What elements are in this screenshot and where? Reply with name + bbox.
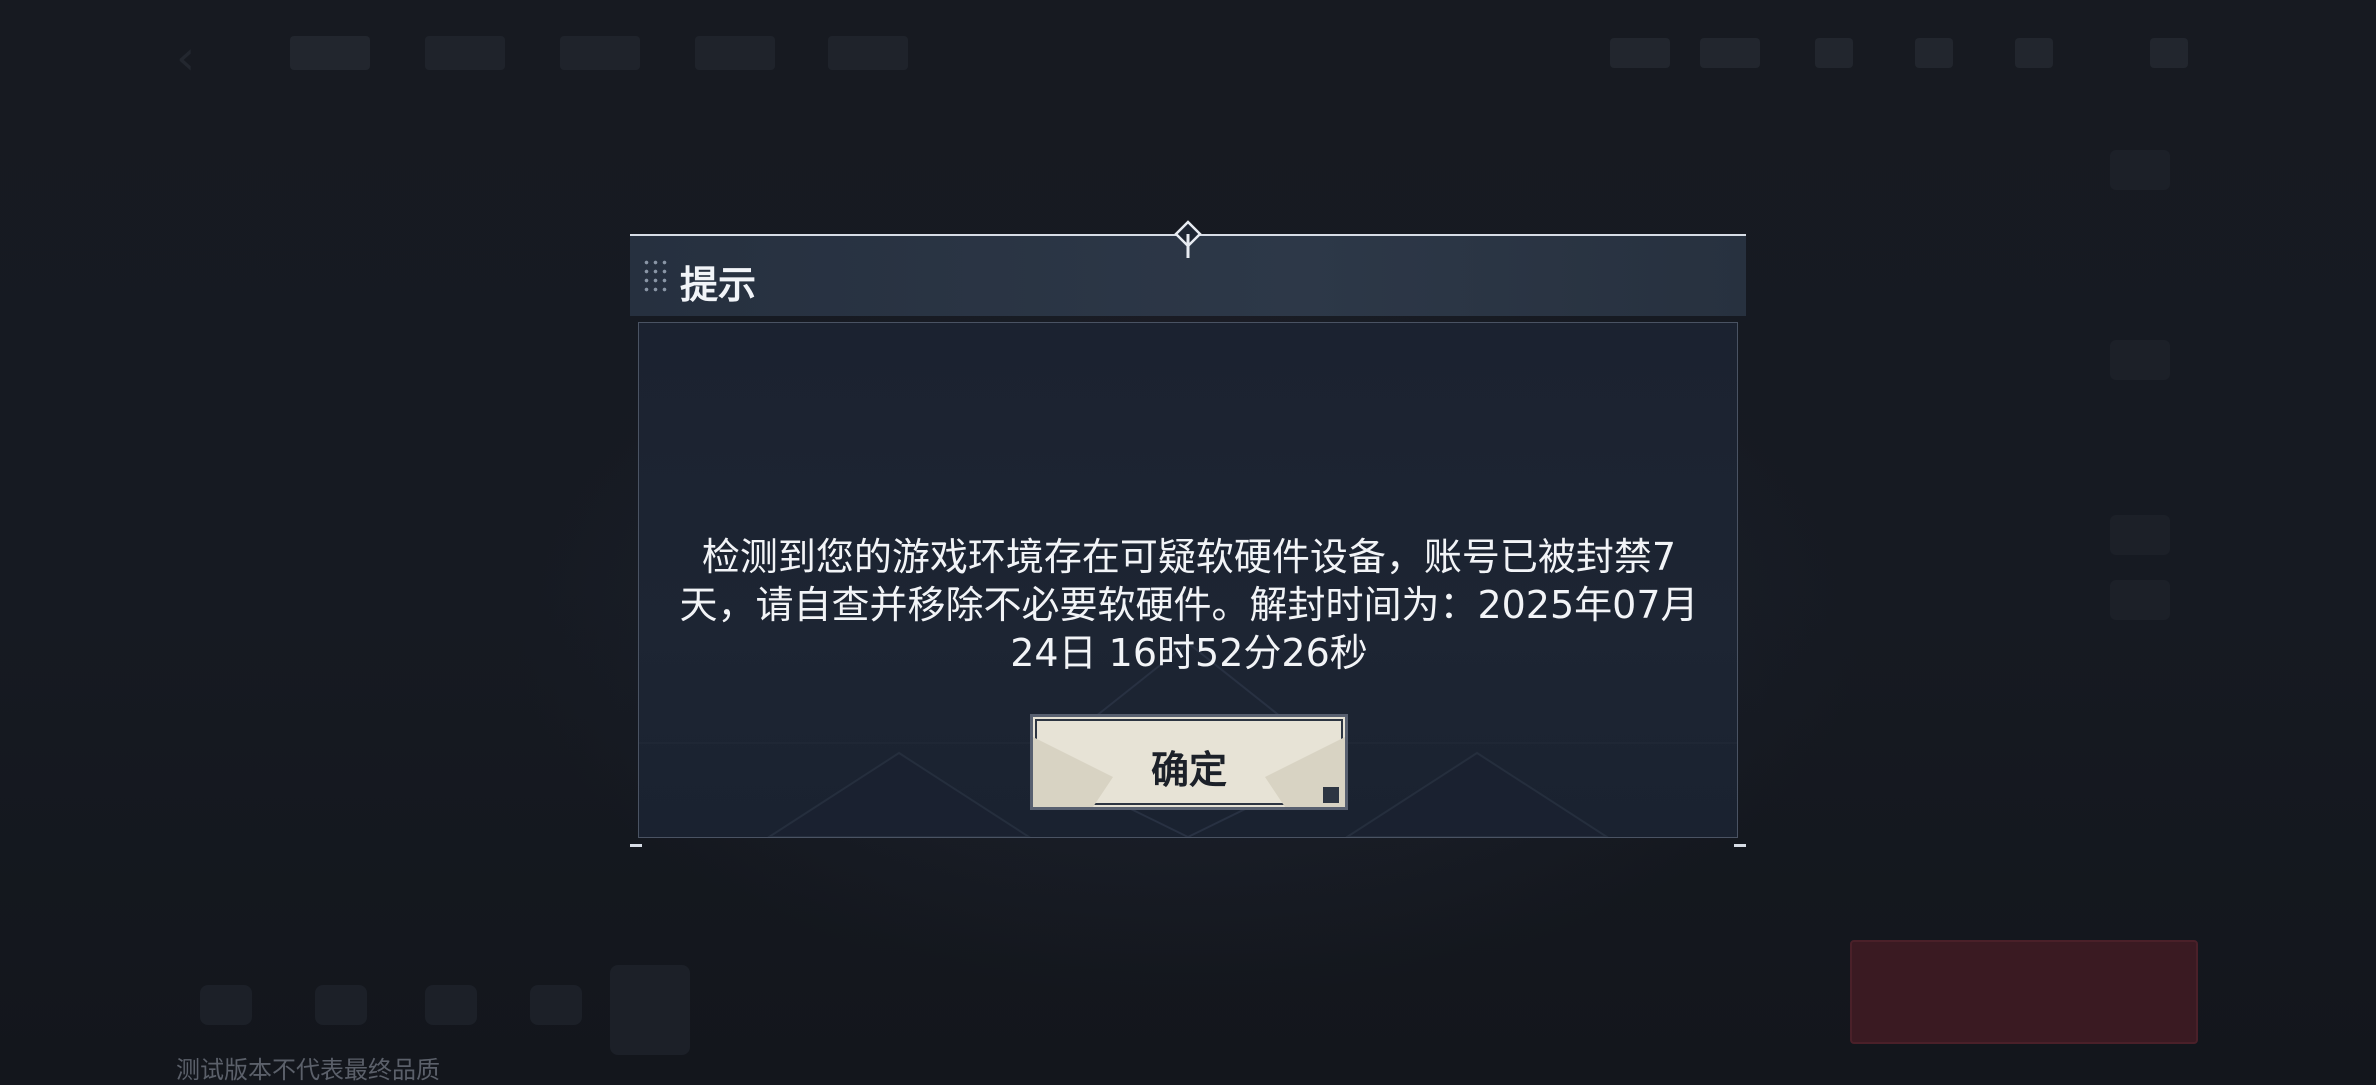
confirm-button[interactable]: 确定	[1030, 714, 1348, 810]
bottom-slot	[610, 965, 690, 1055]
bottom-slot	[200, 985, 252, 1025]
bottom-slot	[315, 985, 367, 1025]
side-slot	[2110, 340, 2170, 380]
dialog-title: 提示	[680, 263, 757, 307]
side-slot	[2110, 515, 2170, 555]
nav-tab-5	[828, 36, 908, 70]
side-slot	[2110, 150, 2170, 190]
notice-dialog: 提示 检测到您的游戏环境存在可疑软硬件设备，账号已被封禁7天，请自查并移除不必要…	[630, 220, 1746, 848]
corner-tick	[630, 844, 642, 847]
nav-tab-2	[425, 36, 505, 70]
settings-icon	[2015, 38, 2053, 68]
nav-tab-4	[695, 36, 775, 70]
corner-tick	[1734, 844, 1746, 847]
dimmed-top-nav: ‹	[0, 0, 2376, 115]
ban-notice-message: 检测到您的游戏环境存在可疑软硬件设备，账号已被封禁7天，请自查并移除不必要软硬件…	[679, 535, 1699, 675]
back-arrow-icon: ‹	[176, 30, 196, 86]
start-match-button	[1850, 940, 2198, 1044]
diamond-pin-icon	[1174, 220, 1202, 258]
confirm-button-label: 确定	[1150, 748, 1227, 792]
side-slot	[2110, 580, 2170, 620]
bottom-slot	[530, 985, 582, 1025]
currency-icon-2	[1700, 38, 1760, 68]
currency-icon	[1610, 38, 1670, 68]
signal-icon	[1815, 38, 1853, 68]
grip-dots-icon	[642, 258, 668, 294]
nav-tab-3	[560, 36, 640, 70]
bottom-slot	[425, 985, 477, 1025]
mail-icon	[1915, 38, 1953, 68]
close-icon	[2150, 38, 2188, 68]
nav-tab-1	[290, 36, 370, 70]
